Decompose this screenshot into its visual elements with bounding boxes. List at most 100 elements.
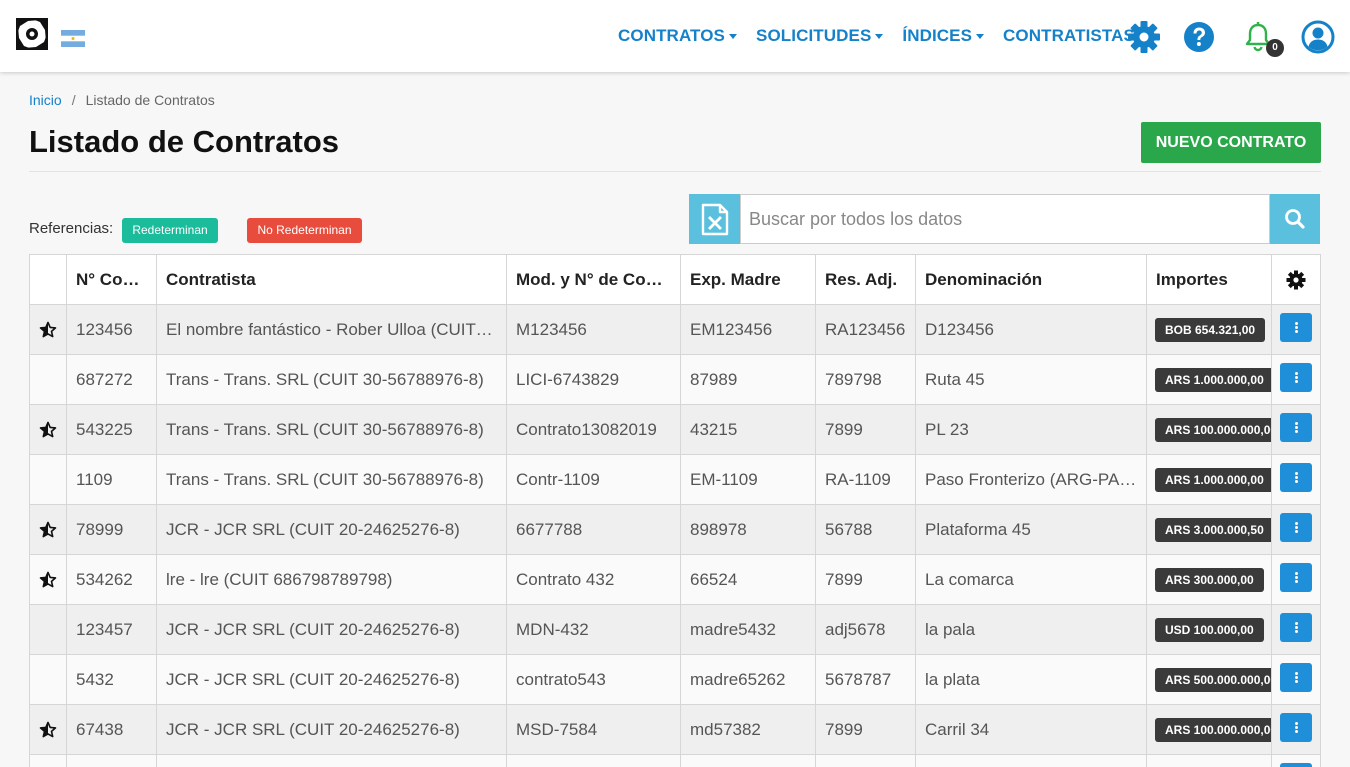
table-row[interactable]: 687272 Trans - Trans. SRL (CUIT 30-567889…	[29, 354, 1321, 405]
amount-badge: ARS 3.000.000,50	[1155, 517, 1271, 542]
table-row[interactable]	[29, 754, 1321, 767]
table-row[interactable]: 1109 Trans - Trans. SRL (CUIT 30-56788976…	[29, 454, 1321, 505]
kebab-dot	[1295, 321, 1298, 325]
cell-mod	[506, 754, 681, 767]
cell-denominacion: PL 23	[915, 404, 1147, 455]
cell-star	[29, 504, 67, 555]
column-header-contratista[interactable]: Contratista	[156, 254, 507, 305]
cell-mod: 6677788	[506, 504, 681, 555]
breadcrumb-home-link[interactable]: Inicio	[29, 92, 62, 108]
cell-star	[29, 404, 67, 455]
star-half-icon	[39, 571, 57, 588]
nav-contratistas[interactable]: CONTRATISTAS	[1003, 26, 1147, 46]
row-actions-button[interactable]	[1280, 662, 1312, 692]
cell-contratista: JCR - JCR SRL (CUIT 20-24625276-8)	[156, 704, 507, 755]
nav-contratos[interactable]: CONTRATOS	[618, 26, 737, 46]
cell-actions	[1271, 354, 1321, 405]
cell-res-adj: 7899	[815, 554, 916, 605]
row-actions-button[interactable]	[1280, 612, 1312, 642]
kebab-dot	[1295, 571, 1298, 575]
cell-num	[66, 754, 157, 767]
kebab-dot	[1295, 371, 1298, 375]
row-actions-button[interactable]	[1280, 312, 1312, 342]
cell-exp-madre: 43215	[680, 404, 816, 455]
star-half-icon	[39, 421, 57, 438]
cell-star	[29, 354, 67, 405]
export-excel-button[interactable]	[689, 194, 740, 244]
cell-contratista: JCR - JCR SRL (CUIT 20-24625276-8)	[156, 504, 507, 555]
cell-importe: BOB 654.321,00	[1146, 304, 1272, 355]
cell-exp-madre	[680, 754, 816, 767]
table-row[interactable]: 78999 JCR - JCR SRL (CUIT 20-24625276-8) 6…	[29, 504, 1321, 555]
help-icon[interactable]	[1182, 20, 1216, 54]
reference-badge-redeterminan: Redeterminan	[122, 218, 218, 243]
cell-importe: ARS 100.000.000,00	[1146, 704, 1272, 755]
cell-denominacion: Carril 34	[915, 704, 1147, 755]
cell-denominacion: Ruta 45	[915, 354, 1147, 405]
cell-res-adj: RA-1109	[815, 454, 916, 505]
kebab-dot	[1295, 725, 1298, 729]
cell-denominacion	[915, 754, 1147, 767]
row-actions-button[interactable]	[1280, 362, 1312, 392]
cell-exp-madre: 66524	[680, 554, 816, 605]
column-header-mod[interactable]: Mod. y N° de Contr.	[506, 254, 681, 305]
table-row[interactable]: 123456 El nombre fantástico - Rober Ulloa…	[29, 304, 1321, 355]
gear-icon[interactable]	[1127, 20, 1161, 54]
table-row[interactable]: 534262 lre - lre (CUIT 686798789798) Contr…	[29, 554, 1321, 605]
cell-actions	[1271, 304, 1321, 355]
table-row[interactable]: 543225 Trans - Trans. SRL (CUIT 30-567889…	[29, 404, 1321, 455]
row-actions-button[interactable]	[1280, 412, 1312, 442]
kebab-dot	[1295, 379, 1298, 383]
column-header-exp[interactable]: Exp. Madre	[680, 254, 816, 305]
cell-actions	[1271, 454, 1321, 505]
breadcrumb: Inicio / Listado de Contratos	[29, 92, 215, 108]
cell-contratista: Trans - Trans. SRL (CUIT 30-56788976-8)	[156, 454, 507, 505]
cell-exp-madre: EM123456	[680, 304, 816, 355]
cell-mod: contrato543	[506, 654, 681, 705]
cell-star	[29, 304, 67, 355]
star-half-icon	[39, 321, 57, 338]
row-actions-button[interactable]	[1280, 712, 1312, 742]
cell-contratista: Trans - Trans. SRL (CUIT 30-56788976-8)	[156, 404, 507, 455]
column-settings[interactable]	[1271, 254, 1321, 305]
kebab-dot	[1295, 579, 1298, 583]
column-header-res[interactable]: Res. Adj.	[815, 254, 916, 305]
app-logo[interactable]	[14, 16, 50, 52]
top-navbar: CONTRATOS SOLICITUDES ÍNDICES CONTRATIST…	[0, 0, 1350, 72]
cell-exp-madre: madre5432	[680, 604, 816, 655]
cell-denominacion: La comarca	[915, 554, 1147, 605]
cell-mod: Contrato 432	[506, 554, 681, 605]
nav-solicitudes[interactable]: SOLICITUDES	[756, 26, 884, 46]
argentina-flag-icon[interactable]	[61, 30, 85, 47]
new-contract-button[interactable]: NUEVO CONTRATO	[1141, 122, 1321, 163]
column-header-denominacion[interactable]: Denominación	[915, 254, 1147, 305]
table-row[interactable]: 67438 JCR - JCR SRL (CUIT 20-24625276-8) M…	[29, 704, 1321, 755]
cell-importe: ARS 1.000.000,00	[1146, 354, 1272, 405]
amount-badge: ARS 500.000.000,00	[1155, 667, 1271, 692]
excel-file-icon	[701, 203, 729, 236]
column-header-importes[interactable]: Importes	[1146, 254, 1272, 305]
chevron-down-icon	[875, 33, 884, 39]
nav-indices[interactable]: ÍNDICES	[902, 26, 985, 46]
kebab-dot	[1295, 429, 1298, 433]
cell-mod: MDN-432	[506, 604, 681, 655]
column-header-num[interactable]: N° Contr.	[66, 254, 157, 305]
cell-denominacion: D123456	[915, 304, 1147, 355]
row-actions-button[interactable]	[1280, 562, 1312, 592]
breadcrumb-separator: /	[71, 92, 76, 108]
row-actions-button[interactable]	[1280, 462, 1312, 492]
row-actions-button[interactable]	[1280, 762, 1312, 767]
cell-denominacion: la pala	[915, 604, 1147, 655]
reference-badge-no-redeterminan: No Redeterminan	[247, 218, 362, 243]
search-button[interactable]	[1270, 194, 1320, 244]
cell-exp-madre: md57382	[680, 704, 816, 755]
row-actions-button[interactable]	[1280, 512, 1312, 542]
cell-star	[29, 454, 67, 505]
table-row[interactable]: 5432 JCR - JCR SRL (CUIT 20-24625276-8) co…	[29, 654, 1321, 705]
search-input[interactable]	[740, 194, 1270, 244]
table-row[interactable]: 123457 JCR - JCR SRL (CUIT 20-24625276-8)…	[29, 604, 1321, 655]
user-avatar-icon[interactable]	[1301, 20, 1335, 54]
cell-res-adj	[815, 754, 916, 767]
cell-res-adj: RA123456	[815, 304, 916, 355]
cell-importe: ARS 500.000.000,00	[1146, 654, 1272, 705]
